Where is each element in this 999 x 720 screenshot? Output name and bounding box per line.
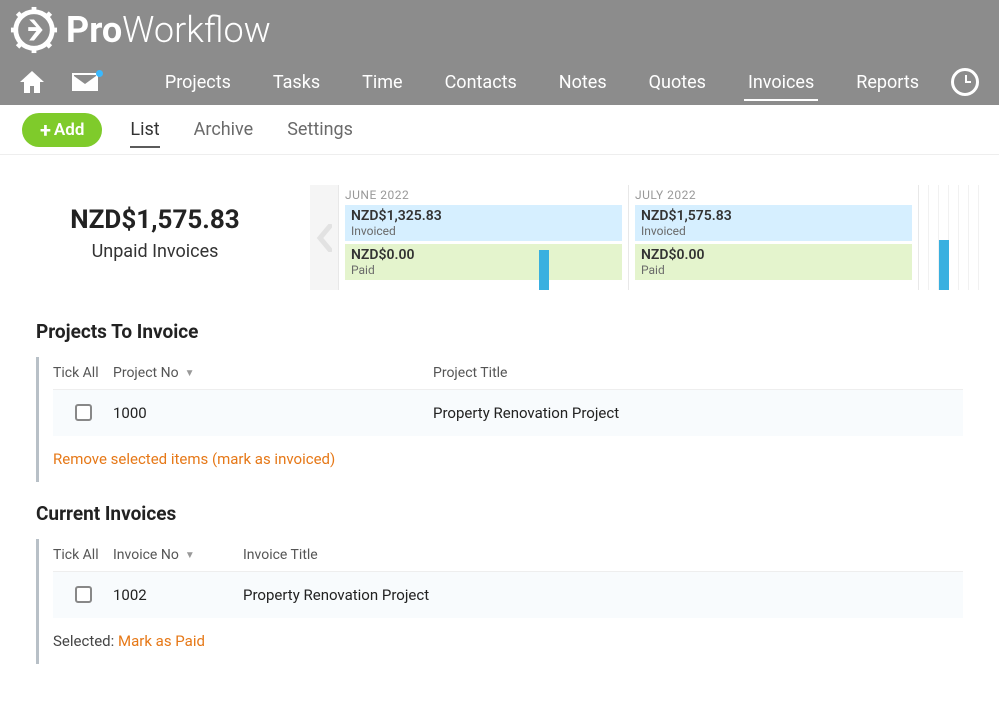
- projects-section-title: Projects To Invoice: [36, 320, 963, 343]
- unpaid-amount: NZD$1,575.83: [20, 205, 290, 235]
- nav-quotes[interactable]: Quotes: [645, 62, 710, 103]
- timeline-future: [918, 185, 979, 290]
- invoice-no: 1002: [113, 586, 243, 604]
- nav-projects[interactable]: Projects: [161, 62, 235, 103]
- timeline-prev-arrow-icon[interactable]: [310, 185, 338, 290]
- tab-settings[interactable]: Settings: [287, 115, 353, 144]
- timeline-month[interactable]: JULY 2022 NZD$1,575.83InvoicedNZD$0.00Pai…: [628, 185, 918, 290]
- timeline-bar: [539, 250, 549, 290]
- project-title-header[interactable]: Project Title: [433, 365, 963, 381]
- row-checkbox[interactable]: [75, 586, 92, 603]
- sort-caret-icon: ▼: [185, 368, 195, 379]
- plus-icon: +: [40, 120, 51, 140]
- mail-icon[interactable]: [72, 73, 98, 91]
- month-label: JULY 2022: [635, 188, 912, 202]
- logo-text: ProWorkflow: [66, 9, 271, 51]
- tab-archive[interactable]: Archive: [194, 115, 254, 144]
- invoiced-stat: NZD$1,575.83Invoiced: [635, 205, 912, 241]
- project-no-header[interactable]: Project No ▼: [113, 365, 433, 381]
- projects-section: Projects To Invoice Tick All Project No …: [0, 300, 999, 482]
- invoice-no-header[interactable]: Invoice No ▼: [113, 547, 243, 563]
- clock-icon[interactable]: [951, 68, 979, 96]
- main-nav: Projects Tasks Time Contacts Notes Quotes Invo…: [0, 59, 999, 105]
- row-checkbox[interactable]: [75, 404, 92, 421]
- nav-time[interactable]: Time: [358, 62, 406, 103]
- project-no: 1000: [113, 404, 433, 422]
- invoices-section-title: Current Invoices: [36, 502, 963, 525]
- invoices-section: Current Invoices Tick All Invoice No ▼ I…: [0, 482, 999, 664]
- app-header: ProWorkflow: [0, 0, 999, 59]
- nav-notes[interactable]: Notes: [555, 62, 611, 103]
- nav-tasks[interactable]: Tasks: [269, 62, 324, 103]
- invoiced-stat: NZD$1,325.83Invoiced: [345, 205, 622, 241]
- logo-gear-icon: [10, 6, 58, 54]
- nav-reports[interactable]: Reports: [852, 62, 923, 103]
- sort-caret-icon: ▼: [185, 550, 195, 561]
- tick-all-header[interactable]: Tick All: [53, 365, 113, 381]
- project-title: Property Renovation Project: [433, 404, 963, 422]
- sub-nav: + Add List Archive Settings: [0, 105, 999, 155]
- summary-row: NZD$1,575.83 Unpaid Invoices JUNE 2022 NZ…: [0, 155, 999, 300]
- invoices-table-header: Tick All Invoice No ▼ Invoice Title: [53, 539, 963, 572]
- table-row[interactable]: 1002Property Renovation Project: [53, 572, 963, 618]
- projects-table-header: Tick All Project No ▼ Project Title: [53, 357, 963, 390]
- paid-stat: NZD$0.00Paid: [635, 244, 912, 280]
- nav-contacts[interactable]: Contacts: [441, 62, 521, 103]
- timeline: JUNE 2022NZD$1,325.83InvoicedNZD$0.00Pai…: [310, 185, 979, 290]
- tick-all-header[interactable]: Tick All: [53, 547, 113, 563]
- table-row[interactable]: 1000Property Renovation Project: [53, 390, 963, 436]
- mark-as-paid-link[interactable]: Mark as Paid: [118, 632, 205, 650]
- unpaid-label: Unpaid Invoices: [20, 241, 290, 262]
- unpaid-summary: NZD$1,575.83 Unpaid Invoices: [20, 185, 290, 290]
- invoice-title: Property Renovation Project: [243, 586, 963, 604]
- selected-label: Selected:: [53, 632, 114, 650]
- invoice-title-header[interactable]: Invoice Title: [243, 547, 963, 563]
- remove-selected-link[interactable]: Remove selected items (mark as invoiced): [53, 450, 335, 468]
- month-label: JUNE 2022: [345, 188, 622, 202]
- timeline-month[interactable]: JUNE 2022 NZD$1,325.83InvoicedNZD$0.00Pai…: [338, 185, 628, 290]
- add-button[interactable]: + Add: [22, 113, 102, 147]
- tab-list[interactable]: List: [130, 115, 159, 144]
- nav-invoices[interactable]: Invoices: [744, 62, 818, 103]
- home-icon[interactable]: [20, 71, 44, 93]
- timeline-bar: [939, 240, 949, 290]
- paid-stat: NZD$0.00Paid: [345, 244, 622, 280]
- add-button-label: Add: [54, 120, 85, 140]
